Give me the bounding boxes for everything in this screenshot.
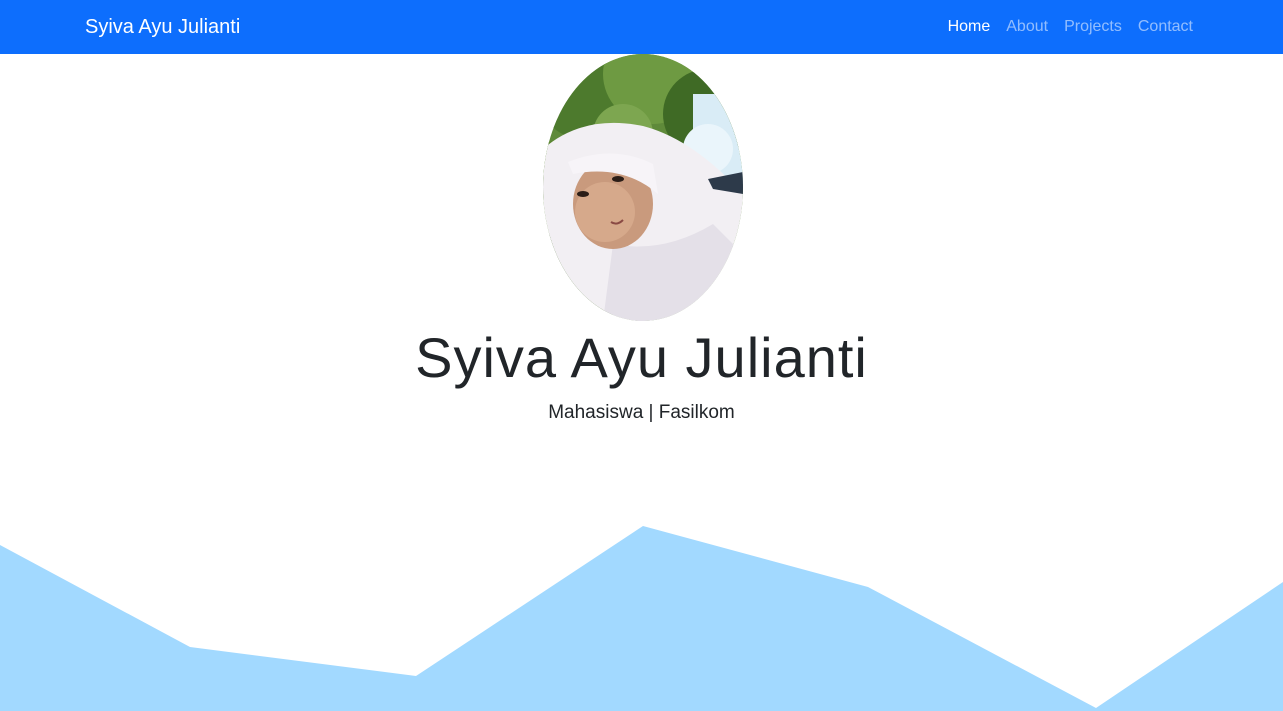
- wave-shape: [0, 526, 1283, 711]
- profile-photo: [543, 54, 743, 321]
- hero-name: Syiva Ayu Julianti: [415, 326, 868, 389]
- nav-link-contact[interactable]: Contact: [1138, 16, 1193, 38]
- hero-section: Syiva Ayu Julianti Mahasiswa | Fasilkom: [0, 54, 1283, 711]
- navbar-brand[interactable]: Syiva Ayu Julianti: [85, 15, 240, 39]
- wave-decoration: [0, 526, 1283, 711]
- nav-link-about[interactable]: About: [1006, 16, 1048, 38]
- nav-link-home[interactable]: Home: [948, 16, 991, 38]
- hero-subtitle: Mahasiswa | Fasilkom: [548, 402, 735, 423]
- nav-link-projects[interactable]: Projects: [1064, 16, 1122, 38]
- nav-links: Home About Projects Contact: [948, 16, 1193, 38]
- navbar: Syiva Ayu Julianti Home About Projects C…: [0, 0, 1283, 54]
- profile-photo-image: [543, 54, 743, 321]
